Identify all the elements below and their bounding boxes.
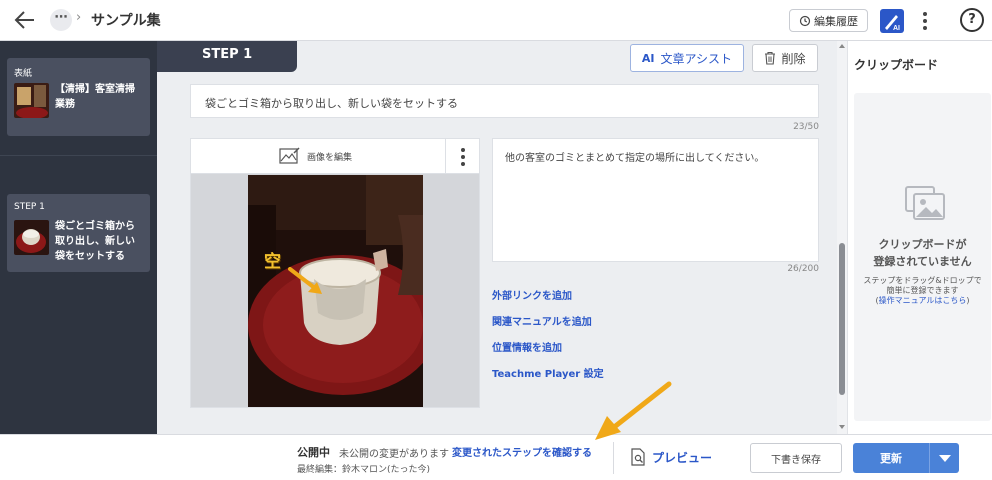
title-char-count: 23/50 xyxy=(793,122,819,132)
update-options-chevron-icon[interactable] xyxy=(929,443,959,473)
step-sidebar: 表紙 【清掃】客室清掃 業務 STEP 1 袋ごとゴミ箱から 取り出し、新しい … xyxy=(0,41,157,434)
add-external-link[interactable]: 外部リンクを追加 xyxy=(492,287,572,302)
publish-status: 公開中 xyxy=(297,446,330,459)
delete-label: 削除 xyxy=(781,51,806,66)
edit-image-label: 画像を編集 xyxy=(307,152,353,163)
edit-image-button[interactable]: 画像を編集 xyxy=(279,147,352,165)
ai-writing-icon[interactable]: AI xyxy=(880,9,904,33)
image-options-icon[interactable] xyxy=(445,139,479,174)
edit-history-label: 編集履歴 xyxy=(814,14,858,28)
clipboard-title: クリップボード xyxy=(854,58,939,72)
clipboard-hint-line3: (操作マニュアルはこちら) xyxy=(854,295,991,306)
delete-button[interactable]: 削除 xyxy=(752,44,818,72)
description-char-count: 26/200 xyxy=(787,264,819,274)
breadcrumb-chevron-icon: › xyxy=(76,10,82,25)
sidebar-item-cover[interactable]: 表紙 【清掃】客室清掃 業務 xyxy=(7,58,150,136)
add-location-link[interactable]: 位置情報を追加 xyxy=(492,339,562,354)
svg-text:AI: AI xyxy=(893,25,900,32)
step-photo: 空 xyxy=(248,175,423,407)
step-title-line3: 袋をセットする xyxy=(55,251,125,262)
preview-label: プレビュー xyxy=(652,450,713,465)
history-icon xyxy=(799,15,811,26)
page-title: サンプル集 xyxy=(91,13,161,29)
step-title-line2: 取り出し、新しい xyxy=(55,236,135,247)
step-tab: STEP 1 xyxy=(157,41,297,72)
clipboard-drop-area[interactable]: クリップボードが 登録されていません ステップをドラッグ&ドロップで 簡単に登録… xyxy=(854,93,991,421)
clipboard-empty-line1: クリップボードが xyxy=(878,238,967,251)
teachme-player-settings-link[interactable]: Teachme Player 設定 xyxy=(492,365,604,380)
clipboard-panel: クリップボード クリップボードが 登録されていません ステップをドラッグ&ドロッ… xyxy=(847,41,992,434)
cover-title-line1: 【清掃】客室清掃 xyxy=(55,84,135,95)
preview-icon xyxy=(631,448,645,466)
trash-icon xyxy=(765,51,776,65)
manual-link[interactable]: 操作マニュアルはこちら xyxy=(879,296,967,305)
help-icon[interactable]: ? xyxy=(960,8,984,32)
cover-label: 表紙 xyxy=(14,69,33,79)
writing-assist-button[interactable]: AI 文章アシスト xyxy=(630,44,744,72)
more-options-icon[interactable] xyxy=(918,9,932,33)
scroll-up-icon[interactable] xyxy=(839,44,845,48)
step-editor: STEP 1 AI 文章アシスト 削除 袋ごとゴミ箱から取り出し、新しい袋をセッ… xyxy=(157,41,837,434)
step-thumbnail xyxy=(14,220,49,255)
top-bar: ⋯ › サンプル集 編集履歴 AI ? xyxy=(0,0,992,41)
footer-divider xyxy=(613,442,614,474)
edit-history-button[interactable]: 編集履歴 xyxy=(789,9,868,32)
scrollbar-thumb[interactable] xyxy=(839,243,845,395)
back-arrow-icon[interactable] xyxy=(14,10,36,30)
annotation-arrow-icon xyxy=(288,267,322,294)
update-button[interactable]: 更新 xyxy=(853,443,929,473)
photo-annotation-label: 空 xyxy=(264,252,281,272)
image-panel: 画像を編集 空 xyxy=(190,138,480,408)
image-edit-icon xyxy=(279,147,300,164)
cover-title-line2: 業務 xyxy=(55,99,75,110)
writing-assist-label: 文章アシスト xyxy=(660,51,733,66)
bottom-bar: 公開中 未公開の変更があります 変更されたステップを確認する 最終編集：鈴木マロ… xyxy=(0,434,992,480)
image-panel-header: 画像を編集 xyxy=(191,139,479,174)
clipboard-empty-line2: 登録されていません xyxy=(873,255,972,268)
last-edited-info: 最終編集：鈴木マロン(たった今) xyxy=(297,465,431,475)
images-icon xyxy=(905,186,945,220)
step-title-line1: 袋ごとゴミ箱から xyxy=(55,221,135,232)
cover-thumbnail xyxy=(14,83,49,118)
unpublished-changes-note: 未公開の変更があります xyxy=(339,449,449,460)
add-related-manual-link[interactable]: 関連マニュアルを追加 xyxy=(492,313,592,328)
ai-icon: AI xyxy=(641,51,655,65)
step-label: STEP 1 xyxy=(14,202,45,212)
callout-arrow-icon xyxy=(595,381,672,440)
breadcrumb-more-button[interactable]: ⋯ xyxy=(50,9,72,31)
preview-button[interactable]: プレビュー xyxy=(630,448,712,466)
review-changed-steps-link[interactable]: 変更されたステップを確認する xyxy=(452,444,592,459)
sidebar-item-step-1[interactable]: STEP 1 袋ごとゴミ箱から 取り出し、新しい 袋をセットする xyxy=(7,194,150,272)
save-draft-button[interactable]: 下書き保存 xyxy=(750,443,842,473)
step-description-input[interactable]: 他の客室のゴミとまとめて指定の場所に出してください。 xyxy=(492,138,819,262)
step-title-input[interactable]: 袋ごとゴミ箱から取り出し、新しい袋をセットする xyxy=(190,84,819,118)
hint-paren-close: ) xyxy=(966,296,970,305)
scroll-down-icon[interactable] xyxy=(839,425,845,429)
sidebar-divider xyxy=(0,155,157,156)
